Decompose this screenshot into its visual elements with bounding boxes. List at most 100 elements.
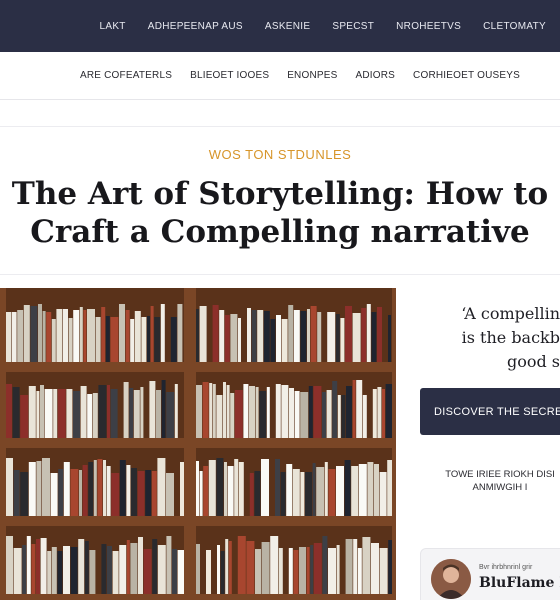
book-spine bbox=[307, 309, 310, 362]
book-spine bbox=[87, 394, 93, 438]
book-spine bbox=[299, 547, 306, 594]
divider bbox=[0, 126, 560, 127]
book-spine bbox=[379, 472, 387, 516]
top-nav-item[interactable]: NROHEETVS bbox=[396, 21, 461, 32]
book-spine bbox=[261, 542, 270, 594]
book-spine bbox=[160, 304, 165, 362]
book-spine bbox=[105, 316, 110, 362]
book-spine bbox=[6, 536, 13, 594]
top-nav-item[interactable]: ASKENIE bbox=[265, 21, 310, 32]
book-spine bbox=[147, 316, 150, 362]
book-spine bbox=[216, 395, 223, 438]
book-spine bbox=[345, 306, 352, 362]
book-spine bbox=[224, 315, 230, 362]
book-spine bbox=[234, 459, 239, 516]
book-spine bbox=[225, 539, 229, 594]
book-spine bbox=[227, 466, 234, 516]
book-spine bbox=[73, 310, 80, 362]
book-spine bbox=[341, 395, 346, 438]
book-spine bbox=[259, 391, 267, 438]
book-spine bbox=[141, 317, 147, 362]
book-spine bbox=[312, 463, 316, 516]
book-spine bbox=[126, 465, 131, 516]
book-spine bbox=[151, 471, 157, 516]
book-spine bbox=[130, 319, 135, 362]
shelf-board bbox=[0, 362, 396, 372]
book-spine bbox=[157, 458, 166, 516]
book-spine bbox=[234, 390, 243, 438]
category-link[interactable]: BLIEOET IOOES bbox=[190, 70, 269, 81]
book-spine bbox=[377, 307, 382, 362]
book-spine bbox=[196, 385, 202, 438]
book-spine bbox=[243, 384, 249, 438]
book-spine bbox=[238, 462, 244, 516]
book-spine bbox=[177, 550, 184, 594]
book-spine bbox=[377, 387, 382, 438]
book-spine bbox=[143, 549, 152, 594]
book-spine bbox=[70, 469, 79, 516]
book-spine bbox=[367, 462, 374, 516]
book-spine bbox=[137, 471, 145, 516]
book-spine bbox=[157, 545, 166, 594]
shelf-board bbox=[0, 516, 396, 526]
book-spine bbox=[63, 462, 70, 516]
book-spine bbox=[356, 380, 363, 438]
book-spine bbox=[82, 465, 88, 516]
book-spine bbox=[362, 537, 371, 594]
book-spine bbox=[300, 472, 305, 516]
category-link[interactable]: CORHIEOET OUSEYS bbox=[413, 70, 520, 81]
book-spine bbox=[230, 393, 235, 438]
book-spine bbox=[87, 309, 95, 362]
book-spine bbox=[166, 536, 172, 594]
book-spine bbox=[68, 318, 73, 362]
book-spine bbox=[288, 548, 293, 594]
book-spine bbox=[196, 309, 199, 362]
book-spine bbox=[270, 319, 276, 362]
book-spine bbox=[206, 550, 211, 594]
bookshelf-illustration bbox=[0, 288, 396, 600]
book-spine bbox=[209, 383, 213, 438]
book-spine bbox=[6, 384, 12, 438]
book-spine bbox=[133, 390, 140, 438]
book-spine bbox=[220, 551, 225, 594]
book-spine bbox=[317, 312, 322, 362]
book-spine bbox=[300, 311, 307, 362]
book-spine bbox=[328, 548, 336, 594]
book-spine bbox=[276, 315, 281, 362]
book-spine bbox=[196, 461, 199, 516]
author-card[interactable]: Bvr ihrbhnrinl grir BluFlame P bbox=[420, 548, 560, 600]
book-spine bbox=[251, 310, 257, 362]
book-spine bbox=[30, 306, 38, 362]
category-link[interactable]: ENONPES bbox=[287, 70, 337, 81]
book-spine bbox=[89, 550, 96, 594]
book-spine bbox=[79, 307, 83, 362]
book-spine bbox=[249, 473, 254, 516]
category-link[interactable]: ARE COFEATERLS bbox=[80, 70, 172, 81]
book-spine bbox=[374, 464, 379, 516]
book-spine bbox=[20, 472, 29, 516]
book-spine bbox=[327, 312, 336, 362]
top-nav-item[interactable]: ADHEPEENAP AUS bbox=[148, 21, 243, 32]
book-spine bbox=[170, 317, 177, 362]
book-spine bbox=[84, 541, 89, 594]
book-spine bbox=[93, 460, 97, 516]
book-spine bbox=[357, 548, 362, 594]
top-nav-item[interactable]: LAKT bbox=[100, 21, 126, 32]
book-spine bbox=[138, 537, 143, 594]
category-link[interactable]: ADIORS bbox=[356, 70, 396, 81]
discover-button[interactable]: DISCOVER THE SECRE bbox=[420, 388, 560, 435]
book-spine bbox=[28, 462, 36, 516]
book-spine bbox=[12, 387, 20, 438]
book-spine bbox=[119, 545, 127, 594]
book-spine bbox=[31, 544, 36, 594]
book-spine bbox=[246, 541, 255, 594]
book-spine bbox=[255, 387, 259, 438]
shelf-divider bbox=[184, 288, 196, 600]
book-spine bbox=[17, 310, 24, 362]
book-spine bbox=[322, 392, 326, 438]
book-spine bbox=[126, 540, 130, 594]
top-nav-item[interactable]: CLETOMATY bbox=[483, 21, 546, 32]
category-navigation: ARE COFEATERLS BLIEOET IOOES ENONPES ADI… bbox=[0, 52, 560, 100]
book-spine bbox=[216, 458, 224, 516]
top-nav-item[interactable]: SPECST bbox=[332, 21, 374, 32]
